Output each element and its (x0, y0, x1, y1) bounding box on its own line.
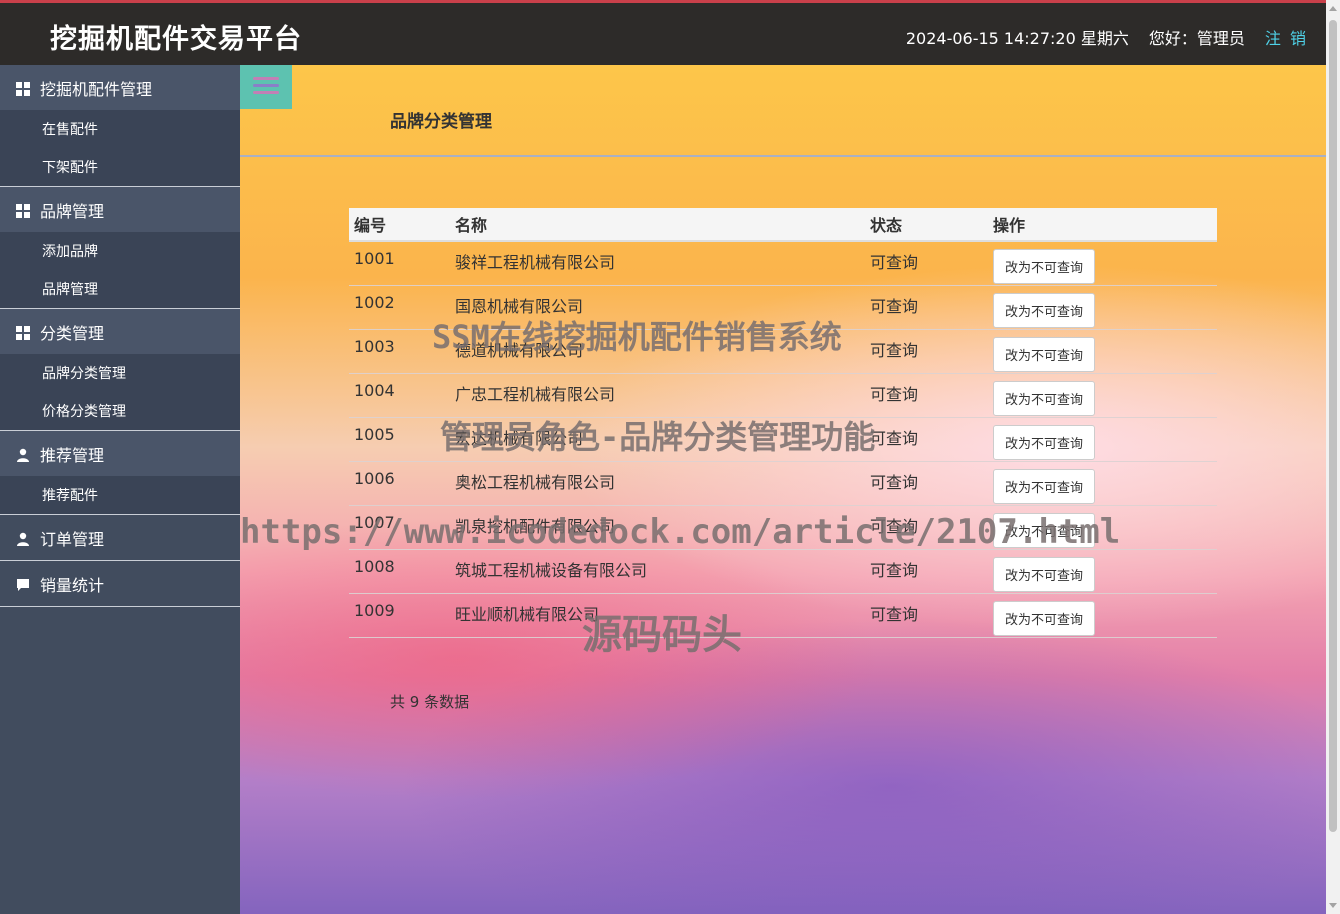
cell-action: 改为不可查询 (988, 593, 1217, 638)
toggle-query-button[interactable]: 改为不可查询 (993, 468, 1096, 504)
sidebar-toggle-button[interactable] (240, 65, 292, 109)
cell-status: 可查询 (865, 417, 988, 462)
menu-icon (253, 91, 279, 94)
grid-icon (16, 81, 30, 96)
sidebar-item[interactable]: 价格分类管理 (0, 392, 240, 430)
cell-id: 1001 (349, 241, 450, 286)
sidebar-item[interactable]: 在售配件 (0, 110, 240, 148)
watermark-text: 管理员角色-品牌分类管理功能 (440, 418, 876, 456)
heading-divider (240, 155, 1326, 157)
logout-link[interactable]: 注 销 (1265, 25, 1308, 49)
toggle-query-button[interactable]: 改为不可查询 (993, 292, 1096, 328)
user-icon (16, 531, 30, 546)
main-content: 品牌分类管理 编号 名称 状态 操作 1001 骏祥工程机械有限公司 可查询 改为不可… (240, 65, 1326, 914)
sidebar-item[interactable]: 下架配件 (0, 148, 240, 186)
toggle-query-button[interactable]: 改为不可查询 (993, 556, 1096, 592)
column-header-action: 操作 (988, 208, 1217, 242)
sidebar-group-1[interactable]: 品牌管理 (0, 187, 240, 232)
sidebar-group-label: 挖掘机配件管理 (40, 79, 153, 99)
cell-action: 改为不可查询 (988, 461, 1217, 506)
menu-icon (253, 77, 279, 80)
cell-name: 筑城工程机械设备有限公司 (450, 549, 865, 594)
sidebar-group-3[interactable]: 推荐管理 (0, 431, 240, 476)
cell-id: 1008 (349, 549, 450, 594)
cell-action: 改为不可查询 (988, 373, 1217, 418)
sidebar-group-label: 分类管理 (40, 323, 105, 343)
cell-status: 可查询 (865, 241, 988, 286)
watermark-text: SSM在线挖掘机配件销售系统 (432, 318, 842, 356)
sidebar-group-label: 推荐管理 (40, 445, 105, 465)
table-row: 1006 奥松工程机械有限公司 可查询 改为不可查询 (349, 461, 1217, 506)
cell-status: 可查询 (865, 461, 988, 506)
column-header-status: 状态 (865, 208, 988, 242)
toggle-query-button[interactable]: 改为不可查询 (993, 600, 1096, 636)
watermark-text: 源码码头 (582, 612, 742, 658)
sidebar-item[interactable]: 品牌管理 (0, 270, 240, 308)
sidebar-group-5[interactable]: 销量统计 (0, 561, 240, 606)
toggle-query-button[interactable]: 改为不可查询 (993, 336, 1096, 372)
scroll-up-arrow-icon[interactable] (1329, 6, 1337, 11)
toggle-query-button[interactable]: 改为不可查询 (993, 380, 1096, 416)
comment-icon (16, 577, 30, 591)
record-count: 共 9 条数据 (390, 693, 470, 711)
clock-text: 2024-06-15 14:27:20 星期六 (905, 29, 1129, 48)
cell-id: 1006 (349, 461, 450, 506)
sidebar-group-4[interactable]: 订单管理 (0, 515, 240, 560)
sidebar-group-label: 订单管理 (40, 529, 105, 549)
table-row: 1001 骏祥工程机械有限公司 可查询 改为不可查询 (349, 241, 1217, 286)
cell-status: 可查询 (865, 373, 988, 418)
cell-name: 广忠工程机械有限公司 (450, 373, 865, 418)
sidebar-divider (0, 606, 240, 607)
toggle-query-button[interactable]: 改为不可查询 (993, 249, 1096, 284)
table-row: 1004 广忠工程机械有限公司 可查询 改为不可查询 (349, 373, 1217, 418)
sidebar-item[interactable]: 推荐配件 (0, 476, 240, 514)
cell-status: 可查询 (865, 549, 988, 594)
cell-status: 可查询 (865, 593, 988, 638)
cell-name: 奥松工程机械有限公司 (450, 461, 865, 506)
column-header-name: 名称 (450, 208, 865, 242)
sidebar-group-label: 销量统计 (40, 575, 105, 595)
cell-id: 1005 (349, 417, 450, 462)
cell-action: 改为不可查询 (988, 329, 1217, 374)
cell-action: 改为不可查询 (988, 417, 1217, 462)
cell-status: 可查询 (865, 329, 988, 374)
table-header-row: 编号 名称 状态 操作 (349, 208, 1217, 242)
page-title: 品牌分类管理 (390, 112, 492, 132)
user-icon (16, 447, 30, 462)
cell-action: 改为不可查询 (988, 549, 1217, 594)
scrollbar-thumb[interactable] (1329, 20, 1337, 832)
toggle-query-button[interactable]: 改为不可查询 (993, 424, 1096, 460)
sidebar-group-2[interactable]: 分类管理 (0, 309, 240, 354)
sidebar-item[interactable]: 添加品牌 (0, 232, 240, 270)
menu-icon (253, 84, 279, 87)
greeting-text: 您好：管理员 (1148, 29, 1245, 48)
sidebar-item[interactable]: 品牌分类管理 (0, 354, 240, 392)
app-title: 挖掘机配件交易平台 (50, 24, 302, 55)
sidebar-group-label: 品牌管理 (40, 201, 105, 221)
sidebar: 挖掘机配件管理 在售配件 下架配件 品牌管理 添加品牌 品牌管理 分类管理 品牌分类管理 价格分… (0, 65, 240, 914)
grid-icon (16, 325, 30, 340)
grid-icon (16, 203, 30, 218)
page-scrollbar[interactable] (1326, 0, 1340, 914)
table-row: 1008 筑城工程机械设备有限公司 可查询 改为不可查询 (349, 549, 1217, 594)
watermark-url: https://www.icodedock.com/article/2107.h… (240, 512, 1121, 552)
scroll-down-arrow-icon[interactable] (1329, 903, 1337, 908)
top-header: 挖掘机配件交易平台 2024-06-15 14:27:20 星期六 您好：管理员… (0, 3, 1326, 65)
cell-id: 1004 (349, 373, 450, 418)
cell-status: 可查询 (865, 285, 988, 330)
cell-action: 改为不可查询 (988, 285, 1217, 330)
cell-id: 1009 (349, 593, 450, 638)
cell-name: 骏祥工程机械有限公司 (450, 241, 865, 286)
sidebar-group-0[interactable]: 挖掘机配件管理 (0, 65, 240, 110)
column-header-id: 编号 (349, 208, 450, 242)
cell-action: 改为不可查询 (988, 241, 1217, 286)
header-right: 2024-06-15 14:27:20 星期六 您好：管理员 注 销 (906, 25, 1308, 49)
table-row: 1009 旺业顺机械有限公司 可查询 改为不可查询 (349, 593, 1217, 638)
